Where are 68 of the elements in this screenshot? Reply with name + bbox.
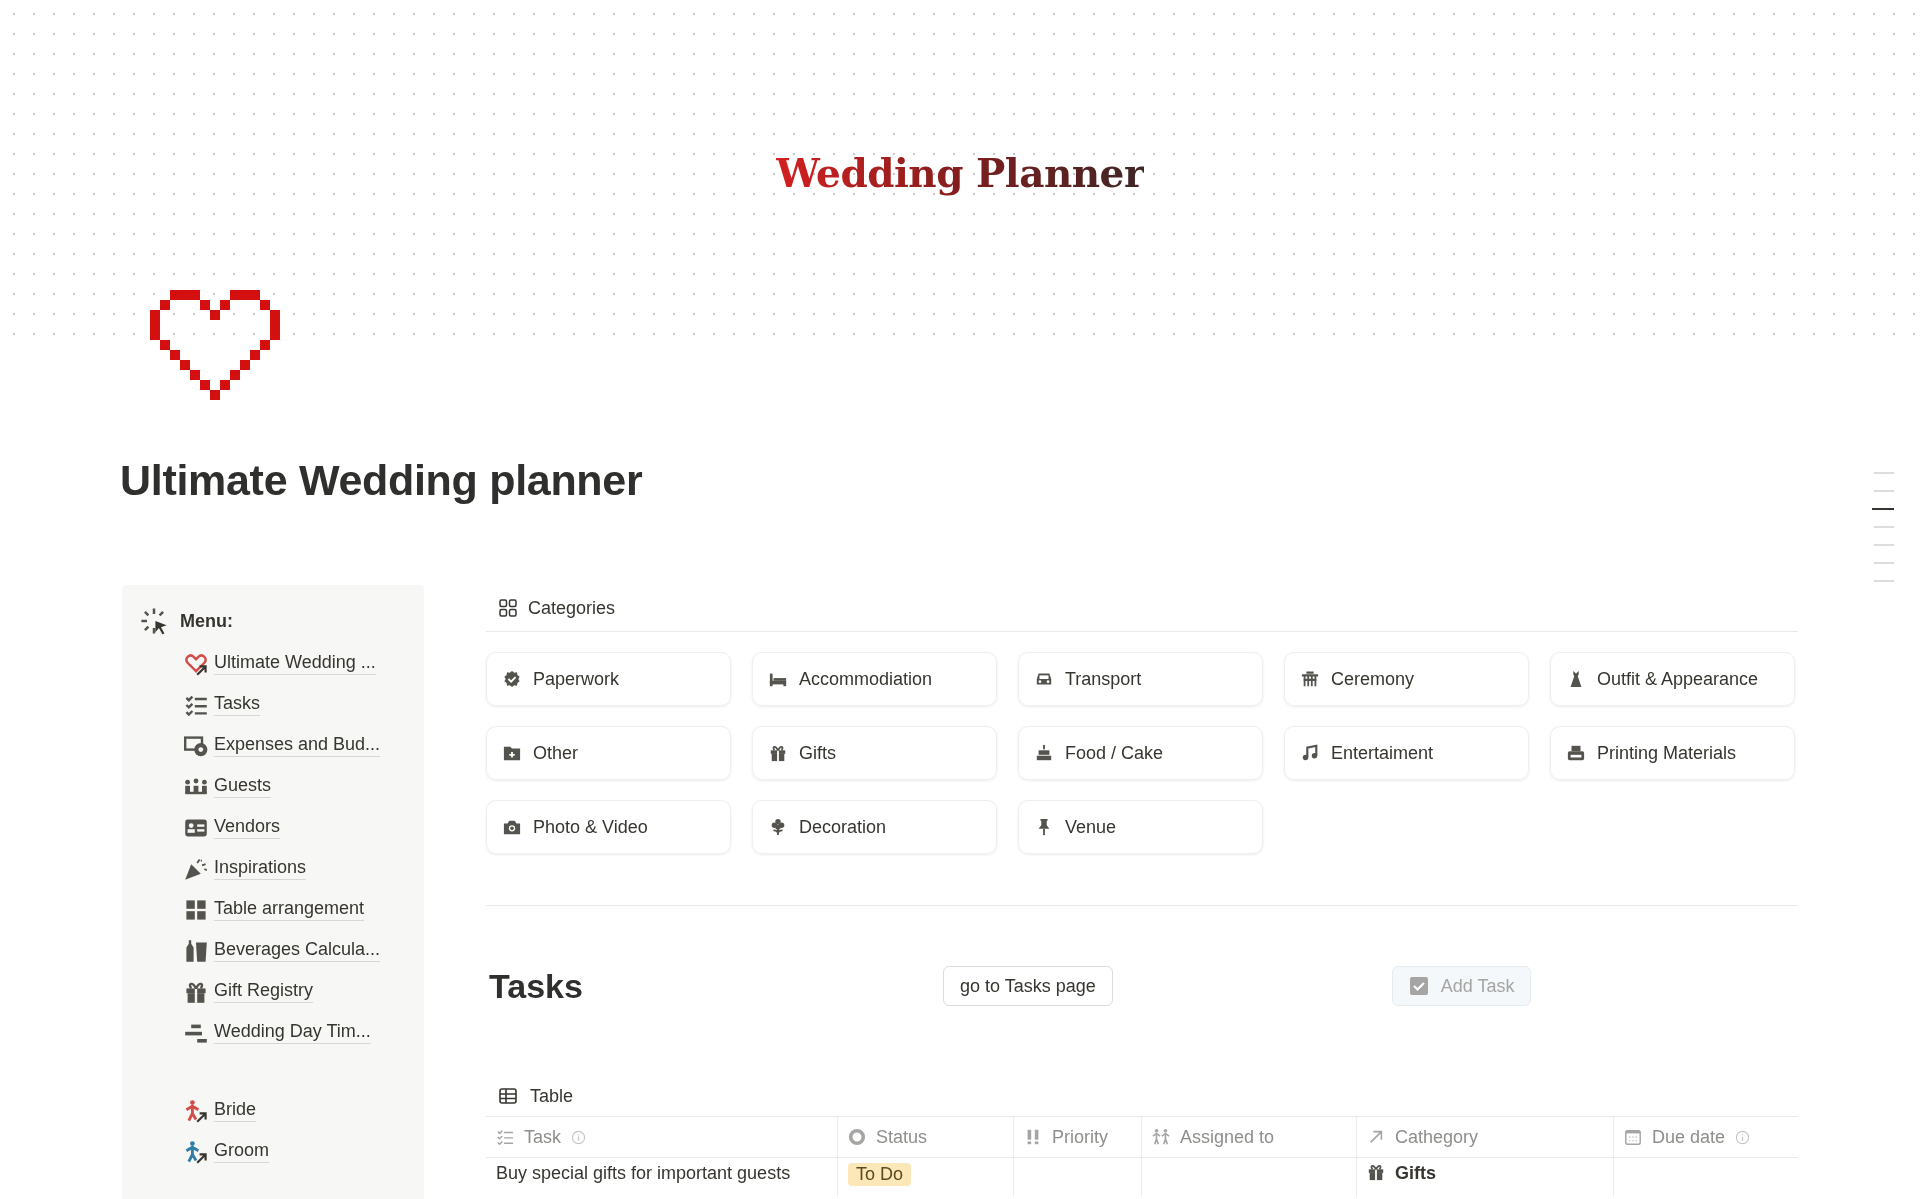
outline-marker[interactable] (1874, 490, 1894, 492)
gift-icon (769, 744, 787, 762)
menu-link[interactable]: Wedding Day Tim... (214, 1021, 371, 1044)
outline-marker[interactable] (1874, 544, 1894, 546)
grid-icon (184, 897, 208, 922)
checkbox-icon (1408, 976, 1429, 996)
menu-title: Menu: (180, 610, 233, 632)
relation-link[interactable]: Gifts (1395, 1163, 1436, 1184)
view-tab[interactable]: Table (530, 1085, 574, 1107)
menu-link[interactable]: Ultimate Wedding ... (214, 652, 376, 675)
folder-icon (503, 744, 521, 762)
printer-icon (1567, 744, 1585, 762)
category-card[interactable]: Photo & Video (486, 800, 731, 854)
menu-link[interactable]: Guests (214, 775, 272, 798)
gallery-view-icon (498, 598, 518, 618)
menu-link[interactable]: Expenses and Bud... (214, 734, 381, 757)
category-card[interactable]: Paperwork (486, 652, 731, 706)
music-note-icon (1301, 744, 1319, 762)
camera-icon (503, 818, 521, 836)
outline-marker[interactable] (1874, 472, 1894, 474)
category-card[interactable]: Other (486, 726, 731, 780)
outline-marker[interactable] (1872, 508, 1894, 510)
menu-link[interactable]: Table arrangement (214, 898, 365, 921)
money-icon (184, 733, 208, 758)
category-card[interactable]: Decoration (752, 800, 997, 854)
gift-icon (1367, 1163, 1385, 1181)
heart-link-icon (184, 651, 208, 676)
relation-arrow-icon (1367, 1128, 1385, 1146)
status-tag: To Do (848, 1163, 912, 1186)
cake-icon (1035, 744, 1053, 762)
category-card[interactable]: Printing Materials (1550, 726, 1795, 780)
flower-icon (769, 818, 787, 836)
party-popper-icon (184, 856, 208, 881)
outline-marker[interactable] (1874, 580, 1894, 582)
menu-link[interactable]: Gift Registry (214, 980, 314, 1003)
link-button[interactable]: go to Tasks page (943, 966, 1113, 1006)
outline-marker[interactable] (1874, 526, 1894, 528)
table-cell: Buy special gifts for important guests (496, 1163, 791, 1184)
calendar-icon (1624, 1128, 1642, 1146)
people-icon (1152, 1128, 1170, 1146)
menu-link[interactable]: Tasks (214, 693, 260, 716)
page-title: Ultimate Wedding planner (120, 456, 643, 505)
category-card[interactable]: Outfit & Appearance (1550, 652, 1795, 706)
gate-icon (1301, 670, 1319, 688)
category-card[interactable]: Ceremony (1284, 652, 1529, 706)
info-icon (571, 1129, 586, 1145)
info-icon (1735, 1129, 1751, 1145)
menu-link[interactable]: Vendors (214, 816, 281, 839)
status-icon (848, 1128, 866, 1146)
cursor-click-icon (140, 607, 168, 635)
heart-icon (150, 290, 280, 400)
view-tab[interactable]: Categories (528, 597, 616, 619)
badge-check-icon (503, 670, 521, 688)
table-icon (498, 1086, 518, 1106)
section-title: Tasks (489, 966, 584, 1006)
menu-link[interactable]: Beverages Calcula... (214, 939, 381, 962)
category-card[interactable]: Entertaiment (1284, 726, 1529, 780)
category-card[interactable]: Accommodiation (752, 652, 997, 706)
category-card[interactable]: Gifts (752, 726, 997, 780)
menu-link[interactable]: Inspirations (214, 857, 307, 880)
category-card[interactable]: Food / Cake (1018, 726, 1263, 780)
bottle-glass-icon (184, 938, 208, 963)
checklist-icon (496, 1128, 514, 1146)
category-card[interactable]: Venue (1018, 800, 1263, 854)
menu-link[interactable]: Groom (214, 1140, 269, 1163)
category-card[interactable]: Transport (1018, 652, 1263, 706)
outline-marker[interactable] (1874, 562, 1894, 564)
menu-link[interactable]: Bride (214, 1099, 257, 1122)
